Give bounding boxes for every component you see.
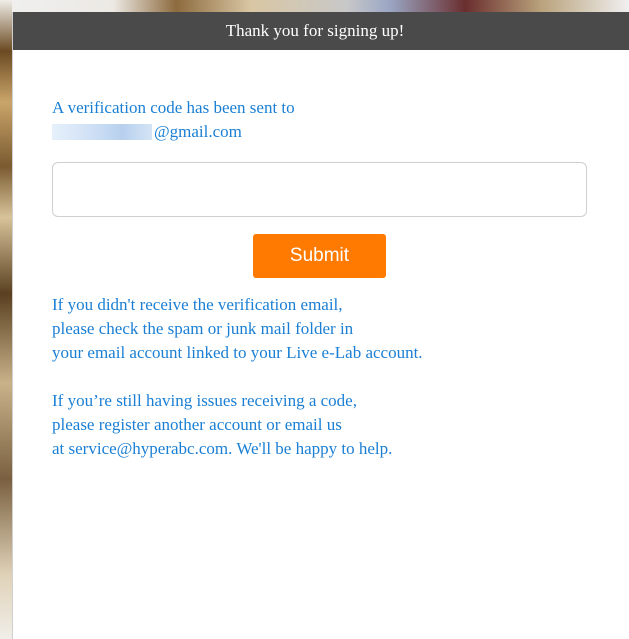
help-text-line: please register another account or email… [52,415,342,434]
help-text-line: If you didn't receive the verification e… [52,295,343,314]
help-paragraph-contact: If you’re still having issues receiving … [52,389,629,461]
email-address-line: @gmail.com [52,120,629,144]
help-text-line: at service@hyperabc.com. We'll be happy … [52,439,393,458]
help-text-line: your email account linked to your Live e… [52,343,423,362]
verification-sent-message: A verification code has been sent to [52,98,295,117]
redacted-email-username [52,124,152,140]
dialog-body: A verification code has been sent to @gm… [13,50,629,461]
submit-row: Submit [52,234,587,278]
submit-button[interactable]: Submit [253,234,386,278]
background-image-edge [0,0,12,639]
email-domain: @gmail.com [154,122,242,141]
signup-confirmation-dialog: Thank you for signing up! A verification… [12,12,629,639]
verification-code-input[interactable] [52,162,587,217]
dialog-title: Thank you for signing up! [13,12,629,50]
help-paragraph-spam: If you didn't receive the verification e… [52,293,629,365]
help-text-line: please check the spam or junk mail folde… [52,319,354,338]
help-text-line: If you’re still having issues receiving … [52,391,357,410]
background-image-strip [0,0,629,12]
